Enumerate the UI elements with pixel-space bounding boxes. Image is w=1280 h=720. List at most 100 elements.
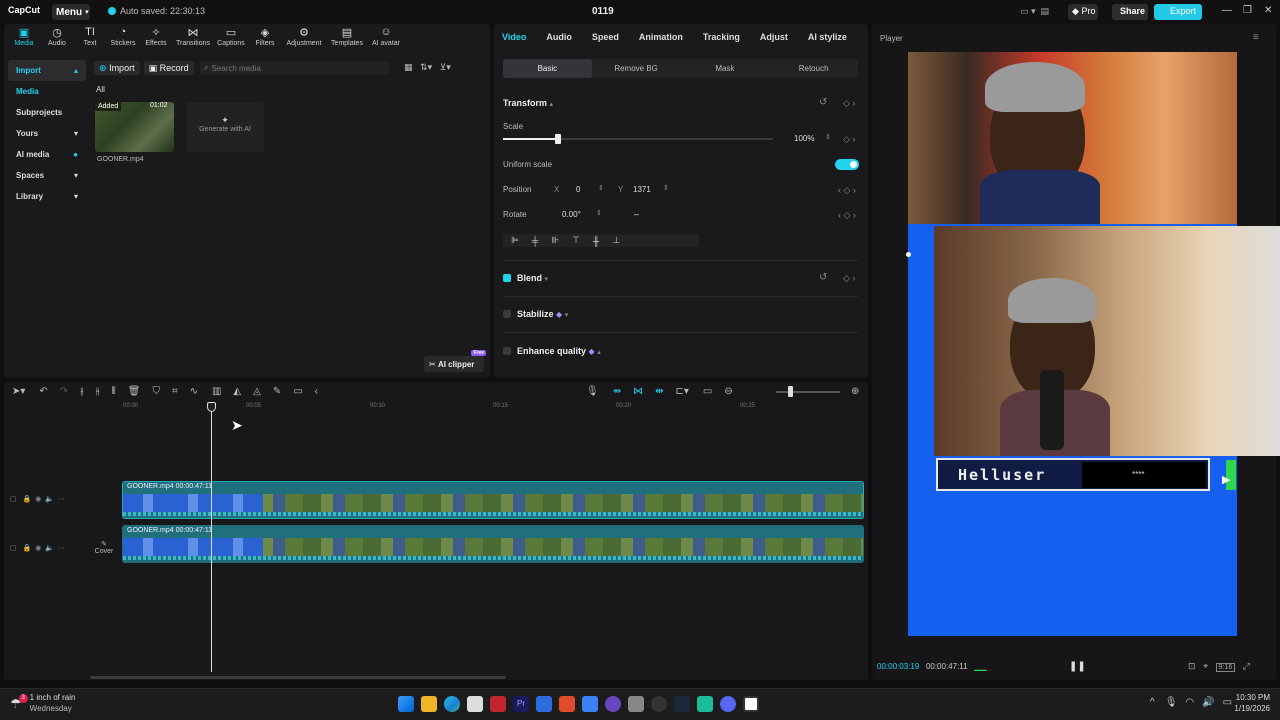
main-track-clip[interactable]: GOONER.mp4 00:00:47:11 xyxy=(122,525,864,563)
cover-button[interactable]: ✎ Cover xyxy=(94,540,114,555)
grid-app-icon[interactable] xyxy=(628,696,644,712)
keyframe-icon[interactable]: ‹ ◇ › xyxy=(838,210,856,221)
lock-icon[interactable]: 🔒 xyxy=(22,545,31,552)
windows-start-icon[interactable] xyxy=(398,696,414,712)
blend-section[interactable]: Blend ▾ xyxy=(503,273,548,283)
playhead-line[interactable] xyxy=(211,410,212,672)
subtab-mask[interactable]: Mask xyxy=(681,59,770,78)
export-button[interactable]: Export xyxy=(1154,4,1202,20)
preview-axis-icon[interactable]: ⊏▾ xyxy=(675,386,688,397)
premiere-icon[interactable]: Pr xyxy=(513,696,529,712)
nav-media[interactable]: Media xyxy=(8,81,86,102)
align-right-icon[interactable]: ⊪ xyxy=(551,235,559,246)
blend-checkbox[interactable] xyxy=(503,274,511,282)
tab-transitions[interactable]: ⋈ Transitions xyxy=(173,26,213,47)
search-input[interactable]: ⌕ Search media xyxy=(200,61,390,75)
keyframe-icon[interactable]: ‹ ◇ › xyxy=(838,185,856,196)
chatgpt-icon[interactable] xyxy=(651,696,667,712)
f-app-icon[interactable] xyxy=(559,696,575,712)
collapse-left-icon[interactable]: ‹ xyxy=(315,386,318,397)
mirror-icon[interactable]: ◭ xyxy=(233,386,241,397)
nav-yours[interactable]: Yours ▾ xyxy=(8,123,86,144)
layout-icon[interactable]: ▭ ▾ xyxy=(1020,6,1036,16)
file-explorer-icon[interactable] xyxy=(421,696,437,712)
volume-icon[interactable]: 🔊 xyxy=(1202,697,1214,708)
tab-tracking[interactable]: Tracking xyxy=(703,32,740,42)
stepper-icon[interactable]: ⇕ xyxy=(825,133,831,141)
zoom-out-icon[interactable]: ⊖ xyxy=(724,386,732,397)
freeze-icon[interactable]: ▥ xyxy=(212,386,221,397)
tab-text[interactable]: TI Text xyxy=(74,26,106,47)
discord-icon[interactable] xyxy=(720,696,736,712)
nav-spaces[interactable]: Spaces ▾ xyxy=(8,165,86,186)
subtab-remove-bg[interactable]: Remove BG xyxy=(592,59,681,78)
tab-captions[interactable]: ▭ Captions xyxy=(214,26,248,47)
speaker-icon[interactable]: 🔈 xyxy=(45,545,54,552)
uniform-scale-toggle[interactable] xyxy=(835,159,859,170)
timeline-scrollbar[interactable] xyxy=(90,676,506,679)
nav-import[interactable]: Import ▴ xyxy=(8,60,86,81)
align-top-icon[interactable]: ⊤ xyxy=(572,235,580,246)
taskbar-clock[interactable]: 10:30 PM 1/19/2026 xyxy=(1226,692,1270,714)
reset-icon[interactable]: ↺ xyxy=(819,97,827,108)
steam-icon[interactable] xyxy=(674,696,690,712)
undo-icon[interactable]: ↶ xyxy=(39,386,47,397)
chevron-up-icon[interactable]: ^ xyxy=(1150,697,1155,708)
zoom-slider-handle[interactable] xyxy=(788,386,793,397)
subtab-retouch[interactable]: Retouch xyxy=(769,59,858,78)
filter-all-label[interactable]: All xyxy=(96,85,105,94)
panel-icon[interactable]: ▤ xyxy=(1041,6,1050,16)
position-x-input[interactable]: 0 xyxy=(576,185,580,194)
store-icon[interactable] xyxy=(467,696,483,712)
pause-icon[interactable]: ❚❚ xyxy=(1069,661,1086,672)
more-icon[interactable]: ⋯ xyxy=(58,496,65,503)
stabilize-section[interactable]: Stabilize ◆ ▾ xyxy=(503,309,568,319)
crop-icon[interactable]: ⌖ xyxy=(1203,661,1208,671)
tab-animation[interactable]: Animation xyxy=(639,32,683,42)
subtab-basic[interactable]: Basic xyxy=(503,59,592,78)
generate-with-ai-button[interactable]: ✦ Generate with AI xyxy=(186,102,264,152)
tab-adjust[interactable]: Adjust xyxy=(760,32,788,42)
tab-ai-stylize[interactable]: AI stylize xyxy=(808,32,847,42)
speed-curve-icon[interactable]: ∿ xyxy=(190,386,198,397)
align-center-icon[interactable]: ╪ xyxy=(532,236,538,246)
security-icon[interactable] xyxy=(490,696,506,712)
playhead-handle[interactable] xyxy=(207,402,216,412)
auto-snap-icon[interactable]: ⋈ xyxy=(633,386,643,397)
stepper-icon[interactable]: ⇕ xyxy=(596,209,602,217)
zoom-in-icon[interactable]: ⊕ xyxy=(851,386,859,397)
zoom-slider-track[interactable] xyxy=(776,391,840,393)
position-y-input[interactable]: 1371 xyxy=(633,185,651,194)
align-bottom-icon[interactable]: ⊥ xyxy=(612,235,620,246)
tab-effects[interactable]: ✧ Effects xyxy=(140,26,172,47)
eye-icon[interactable]: ◉ xyxy=(35,496,41,503)
screen-icon[interactable]: ▭ xyxy=(703,386,712,397)
project-title[interactable]: 0119 xyxy=(592,6,614,17)
maximize-icon[interactable]: ❐ xyxy=(1243,5,1252,16)
sort-icon[interactable]: ⇅▾ xyxy=(420,62,432,72)
fullscreen-icon[interactable]: ⤢ xyxy=(1243,661,1250,671)
tab-filters[interactable]: ◈ Filters xyxy=(249,26,281,47)
split-right-icon[interactable]: ⫴ xyxy=(112,386,116,397)
select-tool-icon[interactable]: ➤▾ xyxy=(12,386,25,397)
rotate-input[interactable]: 0.00° xyxy=(562,210,581,219)
filter-icon[interactable]: ⊻▾ xyxy=(440,62,451,72)
speaker-icon[interactable]: 🔈 xyxy=(45,496,54,503)
wifi-icon[interactable]: ◠ xyxy=(1185,697,1194,708)
edge-icon[interactable] xyxy=(444,696,460,712)
split-left-icon[interactable]: ⫳ xyxy=(95,386,99,397)
delete-icon[interactable]: 🗑 xyxy=(128,386,141,397)
keyframe-icon[interactable]: ◇ › xyxy=(843,98,855,109)
redo-icon[interactable]: ↷ xyxy=(60,386,68,397)
split-icon[interactable]: ⫲ xyxy=(80,386,83,397)
share-button[interactable]: Share xyxy=(1112,4,1148,20)
linkage-icon[interactable]: ⇹ xyxy=(655,386,663,397)
tab-media[interactable]: ▣ Media xyxy=(8,26,40,47)
tab-speed[interactable]: Speed xyxy=(592,32,619,42)
lock-icon[interactable]: 🔒 xyxy=(22,496,31,503)
tab-ai-avatar[interactable]: ☺ AI avatar xyxy=(368,26,404,47)
stepper-icon[interactable]: ⇕ xyxy=(598,184,604,192)
aspect-ratio-button[interactable]: 9:16 xyxy=(1215,663,1236,672)
scale-value[interactable]: 100% xyxy=(794,134,814,143)
player-menu-icon[interactable]: ≡ xyxy=(1253,32,1259,43)
